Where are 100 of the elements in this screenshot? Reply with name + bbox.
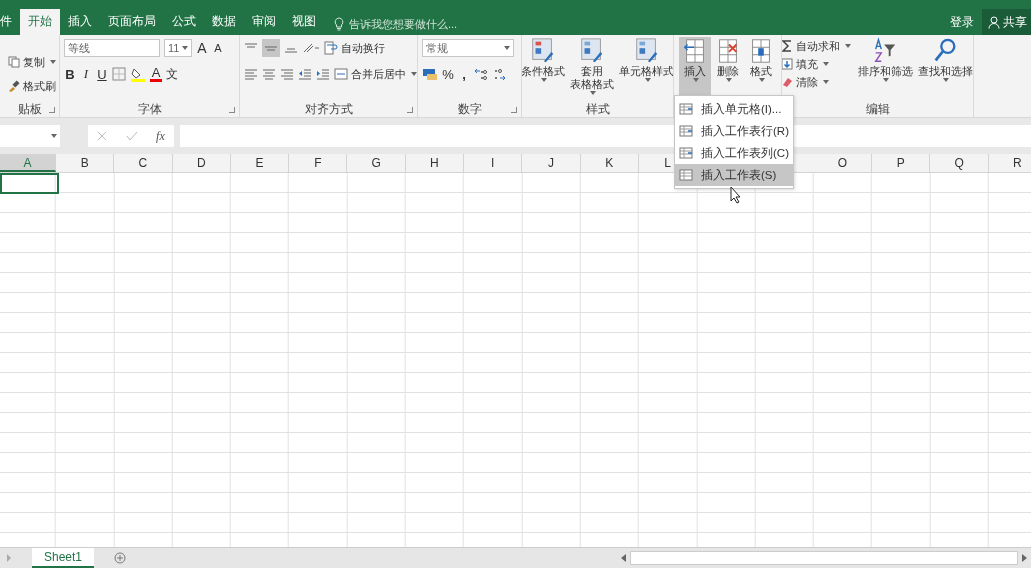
- font-color-button[interactable]: A: [150, 66, 162, 82]
- column-header[interactable]: I: [464, 154, 523, 172]
- wrap-text-icon: [324, 41, 338, 55]
- column-header[interactable]: C: [114, 154, 173, 172]
- group-label: 样式: [585, 100, 610, 117]
- insert-icon: [679, 103, 693, 115]
- sheet-tab[interactable]: Sheet1: [32, 548, 95, 568]
- ribbon-tab[interactable]: 审阅: [244, 9, 284, 35]
- wrap-text-button[interactable]: 自动换行: [324, 39, 385, 57]
- column-header[interactable]: H: [405, 154, 465, 172]
- decrease-indent-icon: [298, 68, 312, 80]
- comma-button[interactable]: ,: [458, 66, 470, 82]
- ribbon-tab[interactable]: 公式: [164, 9, 204, 35]
- active-cell[interactable]: [0, 173, 59, 194]
- menu-item[interactable]: 插入工作表(S): [675, 164, 793, 186]
- caret-icon: [844, 44, 851, 48]
- cancel-icon: [97, 131, 108, 141]
- grow-font-button[interactable]: A: [196, 40, 208, 56]
- caret-icon: [692, 78, 699, 82]
- edit-big-button[interactable]: 查找和选择: [915, 37, 973, 99]
- align-right-icon: [280, 68, 294, 80]
- column-header[interactable]: E: [230, 154, 290, 172]
- caret-icon: [725, 78, 732, 82]
- orientation-icon: [302, 42, 320, 54]
- merge-center-button[interactable]: 合并后居中: [334, 65, 417, 83]
- ribbon-tab[interactable]: 插入: [60, 9, 100, 35]
- edit-button[interactable]: 自动求和: [782, 37, 851, 55]
- edit-button[interactable]: 清除: [782, 73, 829, 91]
- increase-indent-icon: [316, 68, 330, 80]
- menu-item[interactable]: 插入单元格(I)...: [675, 98, 793, 120]
- style-button[interactable]: 单元格样式: [617, 37, 673, 99]
- phonetic-button[interactable]: 文: [166, 65, 178, 83]
- copy-icon: [8, 56, 20, 68]
- percent-button[interactable]: %: [442, 66, 454, 82]
- dialog-launcher-icon[interactable]: [407, 107, 413, 113]
- edit-big-button[interactable]: 排序和筛选: [855, 37, 915, 99]
- column-header[interactable]: D: [172, 154, 231, 172]
- horizontal-scrollbar[interactable]: [621, 551, 1027, 565]
- ribbon-tab[interactable]: 件: [0, 9, 20, 35]
- ribbon-tab[interactable]: 数据: [204, 9, 244, 35]
- table-style-icon: [579, 37, 605, 65]
- sheet-nav-icon[interactable]: [6, 554, 12, 562]
- align-center-icon: [262, 68, 276, 80]
- group-label: 贴板: [17, 100, 42, 117]
- dialog-launcher-icon[interactable]: [49, 107, 55, 113]
- style-button[interactable]: 套用 表格格式: [568, 37, 616, 99]
- caret-icon: [541, 78, 547, 82]
- group-label: 字体: [137, 100, 162, 117]
- column-header[interactable]: B: [56, 154, 115, 172]
- table-style-icon: [633, 37, 660, 65]
- scroll-left-icon: [621, 554, 626, 562]
- column-header[interactable]: F: [289, 154, 348, 172]
- number-format-field[interactable]: 常规: [422, 39, 514, 57]
- style-button[interactable]: 条件格式: [522, 37, 567, 99]
- share-button[interactable]: 共享: [982, 9, 1031, 35]
- increase-decimal-icon: [474, 67, 488, 81]
- column-header[interactable]: G: [347, 154, 406, 172]
- caret-icon: [758, 78, 765, 82]
- dialog-launcher-icon[interactable]: [229, 107, 235, 113]
- table-style-icon: [530, 37, 556, 65]
- font-size-field[interactable]: 11: [164, 39, 192, 57]
- italic-button[interactable]: I: [80, 66, 92, 82]
- group-label: 数字: [457, 100, 482, 117]
- column-header[interactable]: P: [872, 154, 931, 172]
- shrink-font-button[interactable]: A: [212, 42, 224, 54]
- align-left-icon: [244, 68, 258, 80]
- column-header[interactable]: K: [580, 154, 639, 172]
- caret-icon: [644, 78, 651, 82]
- borders-icon: [112, 67, 126, 81]
- ribbon-tab[interactable]: 视图: [284, 9, 324, 35]
- dialog-launcher-icon[interactable]: [511, 107, 517, 113]
- brush-icon: [8, 80, 20, 92]
- column-header[interactable]: J: [522, 154, 581, 172]
- menu-item[interactable]: 插入工作表行(R): [675, 120, 793, 142]
- sign-in-link[interactable]: 登录: [950, 13, 974, 31]
- currency-icon: [422, 67, 438, 81]
- check-icon: [125, 131, 138, 141]
- caret-icon: [822, 80, 829, 84]
- lightbulb-icon: [334, 17, 344, 31]
- font-name-field[interactable]: 等线: [64, 39, 160, 57]
- column-header[interactable]: O: [813, 154, 873, 172]
- tell-me-field[interactable]: 告诉我您想要做什么...: [334, 13, 511, 35]
- caret-icon: [822, 62, 829, 66]
- caret-icon: [504, 46, 510, 50]
- column-header[interactable]: R: [988, 154, 1031, 172]
- edit-button[interactable]: 填充: [782, 55, 829, 73]
- column-header[interactable]: Q: [930, 154, 989, 172]
- caret-icon: [411, 72, 417, 76]
- person-icon: [988, 15, 1000, 29]
- add-sheet-icon[interactable]: [114, 552, 127, 564]
- insert-icon: [679, 125, 693, 137]
- caret-icon: [590, 91, 596, 95]
- copy-button[interactable]: 复制: [8, 53, 59, 71]
- format-painter-button[interactable]: 格式刷: [8, 77, 59, 95]
- ribbon-tab[interactable]: 开始: [20, 9, 60, 35]
- bold-button[interactable]: B: [64, 66, 76, 82]
- insert-function-button[interactable]: fx: [156, 128, 165, 144]
- underline-button[interactable]: U: [96, 66, 108, 82]
- ribbon-tab[interactable]: 页面布局: [100, 9, 164, 35]
- column-header[interactable]: A: [0, 154, 56, 172]
